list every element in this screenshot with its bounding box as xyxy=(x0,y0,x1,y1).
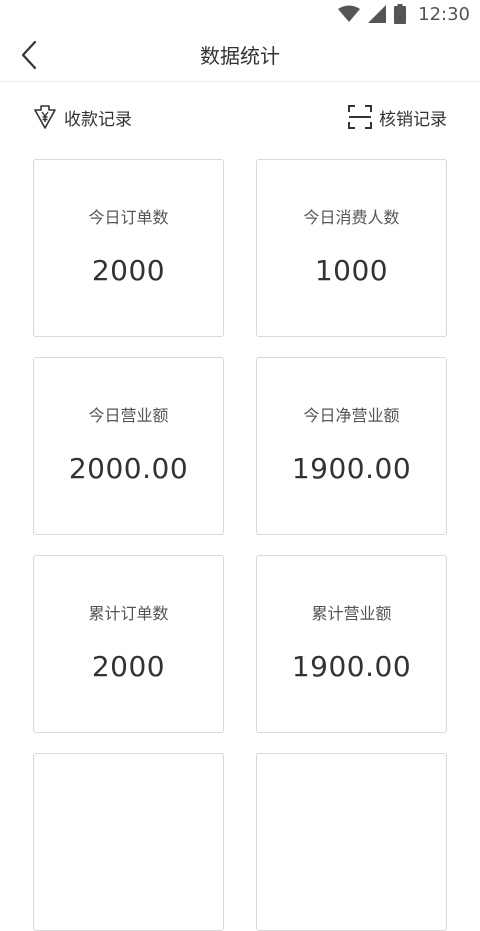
verification-record-label: 核销记录 xyxy=(379,109,447,130)
wifi-icon xyxy=(338,5,361,22)
status-time: 12:30 xyxy=(418,3,470,25)
stat-value: 2000.00 xyxy=(68,452,189,485)
stat-label: 今日消费人数 xyxy=(303,208,400,227)
page-title: 数据统计 xyxy=(200,44,280,68)
back-button[interactable] xyxy=(12,36,46,74)
stat-label: 今日订单数 xyxy=(88,208,169,227)
app-bar: 数据统计 xyxy=(0,28,480,82)
stat-label: 今日营业额 xyxy=(88,406,169,425)
stats-grid: 今日订单数 2000 今日消费人数 1000 今日营业额 2000.00 今日净… xyxy=(33,159,447,931)
stat-card-today-orders: 今日订单数 2000 xyxy=(33,159,224,337)
scan-frame-icon xyxy=(348,105,372,129)
stat-label: 今日净营业额 xyxy=(303,406,400,425)
signal-icon xyxy=(368,5,387,23)
status-bar: 12:30 xyxy=(0,0,480,28)
stat-label: 累计营业额 xyxy=(311,604,392,623)
stat-value: 2000 xyxy=(91,650,166,683)
battery-icon xyxy=(394,4,407,24)
stat-value: 1900.00 xyxy=(291,452,412,485)
stat-card-total-orders: 累计订单数 2000 xyxy=(33,555,224,733)
receipts-record-label: 收款记录 xyxy=(64,109,132,130)
stat-card-today-customers: 今日消费人数 1000 xyxy=(256,159,447,337)
stat-card-today-revenue: 今日营业额 2000.00 xyxy=(33,357,224,535)
stat-label: 累计订单数 xyxy=(88,604,169,623)
stat-card-partial xyxy=(256,753,447,931)
action-bar: 收款记录 核销记录 xyxy=(0,96,480,142)
stat-value: 1900.00 xyxy=(291,650,412,683)
stat-card-today-net-revenue: 今日净营业额 1900.00 xyxy=(256,357,447,535)
yen-download-icon xyxy=(34,105,56,129)
chevron-left-icon xyxy=(21,40,37,70)
stat-card-partial xyxy=(33,753,224,931)
verification-record-link[interactable]: 核销记录 xyxy=(347,104,447,130)
stat-value: 2000 xyxy=(91,254,166,287)
stat-card-total-revenue: 累计营业额 1900.00 xyxy=(256,555,447,733)
stat-value: 1000 xyxy=(314,254,389,287)
receipts-record-link[interactable]: 收款记录 xyxy=(32,104,132,130)
